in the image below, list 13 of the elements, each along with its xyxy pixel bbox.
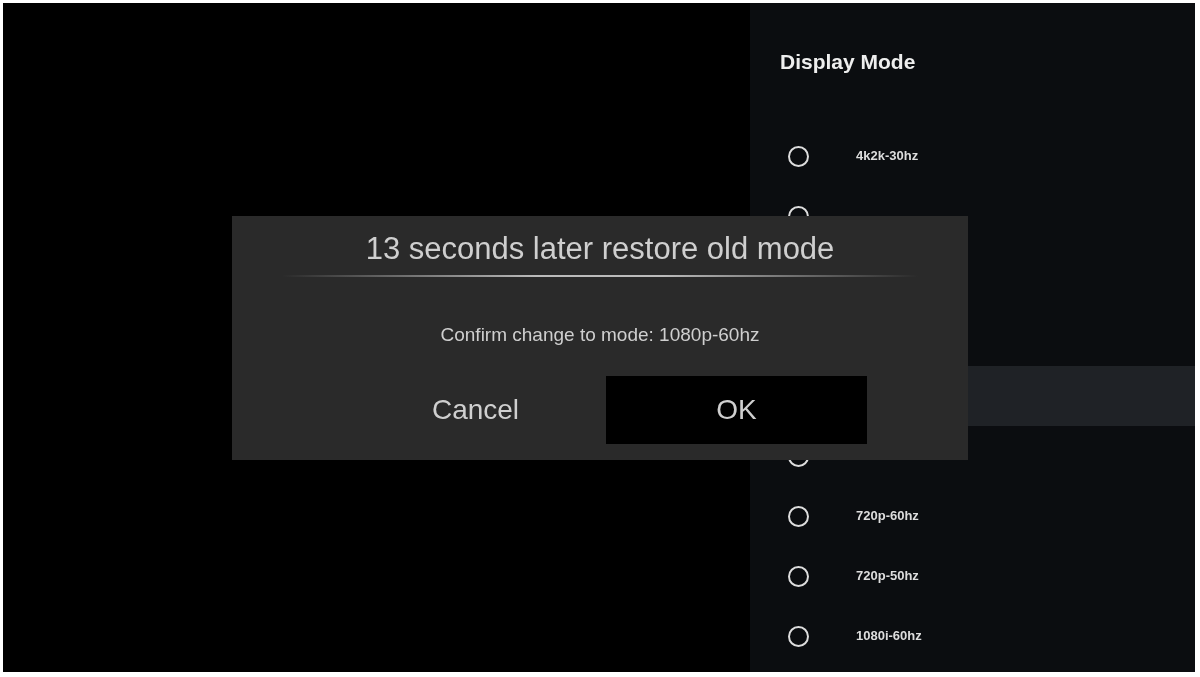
cancel-button[interactable]: Cancel [345, 375, 606, 444]
mode-label: 720p-50hz [856, 567, 919, 586]
radio-button[interactable] [788, 565, 809, 587]
mode-label: 4k2k-30hz [856, 147, 919, 166]
dialog-title: 13 seconds later restore old mode [365, 230, 835, 268]
radio-button[interactable] [788, 625, 809, 647]
radio-button[interactable] [788, 145, 809, 167]
mode-label: 1080i-60hz [856, 627, 922, 646]
radio-button[interactable] [788, 505, 809, 527]
mode-label: 720p-60hz [856, 507, 919, 526]
ok-button[interactable]: OK [606, 375, 867, 444]
dialog-message: Confirm change to mode: 1080p-60hz [440, 323, 760, 348]
panel-title: Display Mode [780, 48, 916, 75]
